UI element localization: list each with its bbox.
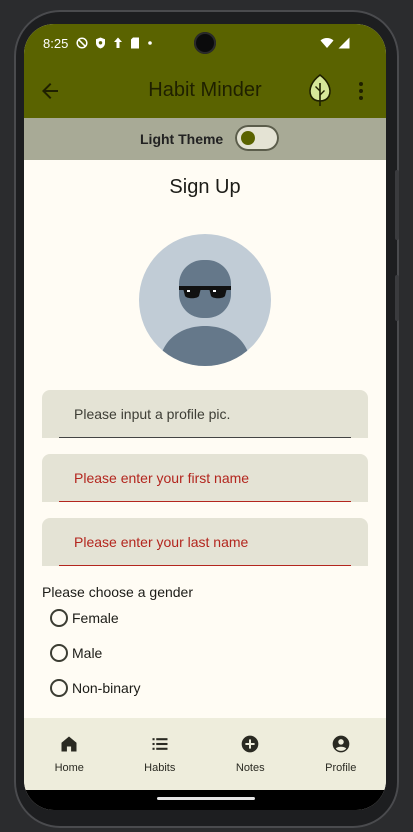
radio-button[interactable] (50, 609, 68, 627)
gender-option-label: Male (72, 645, 103, 661)
nav-label: Profile (325, 762, 357, 774)
nav-label: Notes (235, 762, 265, 774)
gender-option-female[interactable]: Female (50, 606, 119, 630)
signup-content: Sign Up Please input a profile pic. Plea… (24, 160, 386, 718)
field-underline (59, 565, 351, 566)
first-name-field[interactable]: Please enter your first name (42, 454, 368, 502)
sd-card-icon (131, 37, 139, 49)
status-notification-icons (76, 37, 153, 49)
phone-screen: 8:25 Habit Minder Light Theme Sign Up Pl… (24, 24, 386, 810)
bottom-navigation: Home Habits Notes Profile (24, 718, 386, 790)
status-system-icons (320, 37, 350, 49)
more-notifications-icon (148, 41, 152, 45)
nav-item-profile[interactable]: Profile (296, 718, 387, 790)
radio-button[interactable] (50, 644, 68, 662)
last-name-placeholder: Please enter your last name (74, 534, 249, 550)
nav-item-notes[interactable]: Notes (205, 718, 296, 790)
gender-option-label: Non-binary (72, 680, 141, 696)
gender-label: Please choose a gender (42, 584, 193, 600)
page-title: Sign Up (169, 176, 241, 198)
nav-item-habits[interactable]: Habits (115, 718, 206, 790)
data-saver-icon (114, 37, 122, 48)
nav-item-home[interactable]: Home (24, 718, 115, 790)
app-bar: Habit Minder (24, 64, 386, 118)
home-icon (61, 736, 77, 752)
field-underline (59, 437, 351, 438)
theme-toggle[interactable] (235, 125, 279, 151)
more-options-icon[interactable] (354, 79, 368, 103)
toggle-knob (241, 131, 255, 145)
home-gesture-handle[interactable] (157, 797, 255, 800)
radio-button[interactable] (50, 679, 68, 697)
front-camera (194, 32, 216, 54)
theme-bar: Light Theme (24, 118, 386, 160)
cellular-signal-icon (338, 37, 350, 49)
nav-label: Home (54, 762, 84, 774)
gender-option-male[interactable]: Male (50, 641, 102, 665)
account-circle-icon (332, 735, 350, 753)
profile-avatar[interactable] (139, 234, 271, 366)
volume-button (395, 170, 399, 240)
last-name-field[interactable]: Please enter your last name (42, 518, 368, 566)
shield-icon (96, 37, 105, 49)
gender-option-non-binary[interactable]: Non-binary (50, 676, 140, 700)
add-circle-icon (241, 735, 259, 753)
field-underline (59, 501, 351, 502)
do-not-disturb-icon (76, 37, 88, 49)
list-icon (152, 738, 168, 750)
wifi-icon (320, 38, 334, 48)
nav-label: Habits (144, 762, 176, 774)
system-navigation-area (24, 790, 386, 810)
status-time: 8:25 (43, 36, 69, 51)
leaf-logo-icon (309, 73, 331, 106)
profile-pic-placeholder: Please input a profile pic. (74, 406, 231, 422)
status-bar: 8:25 (24, 24, 386, 64)
avatar-placeholder-icon (159, 260, 251, 366)
theme-label: Light Theme (140, 131, 224, 147)
power-button (395, 275, 399, 321)
profile-pic-field[interactable]: Please input a profile pic. (42, 390, 368, 438)
first-name-placeholder: Please enter your first name (74, 470, 250, 486)
gender-option-label: Female (72, 610, 119, 626)
